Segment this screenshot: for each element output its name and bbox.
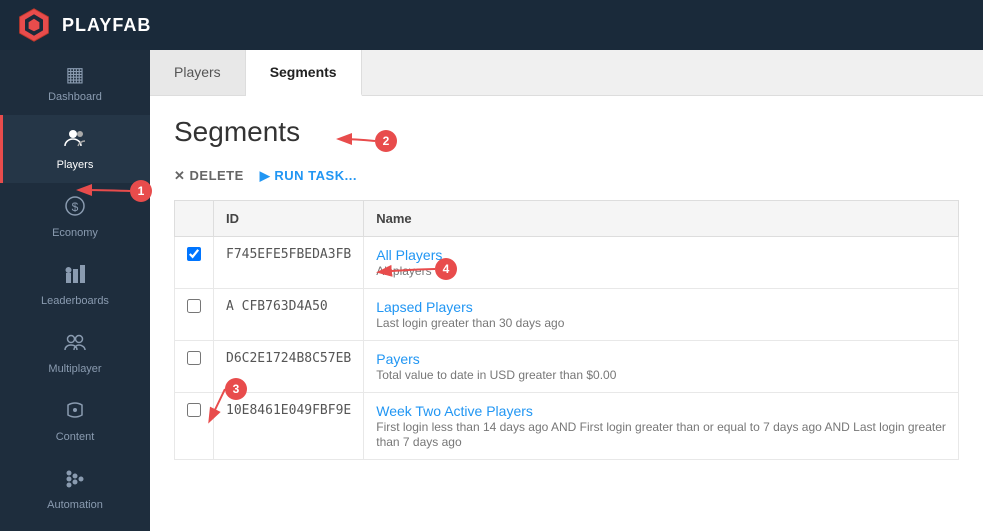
row-description-1: Last login greater than 30 days ago — [376, 316, 564, 330]
checkbox-2[interactable] — [187, 351, 201, 365]
checkbox-1[interactable] — [187, 299, 201, 313]
row-name-link-3[interactable]: Week Two Active Players — [376, 403, 946, 419]
sidebar-item-leaderboards[interactable]: Leaderboards — [0, 251, 150, 319]
playfab-logo-icon — [16, 7, 52, 43]
sidebar: ▦ Dashboard Players $ Economy — [0, 50, 150, 531]
row-checkbox-1 — [175, 289, 214, 341]
col-header-id: ID — [214, 201, 364, 237]
sidebar-item-players[interactable]: Players — [0, 115, 150, 183]
sidebar-label-dashboard: Dashboard — [48, 91, 102, 103]
row-id-1: A CFB763D4A50 — [214, 289, 364, 341]
table-row: 10E8461E049FBF9EWeek Two Active PlayersF… — [175, 393, 959, 460]
table-row: D6C2E1724B8C57EBPayersTotal value to dat… — [175, 341, 959, 393]
sidebar-label-players: Players — [57, 159, 94, 171]
table-row: F745EFE5FBEDA3FBAll PlayersAll players — [175, 237, 959, 289]
sidebar-item-content[interactable]: Content — [0, 387, 150, 455]
checkbox-0[interactable] — [187, 247, 201, 261]
tab-segments[interactable]: Segments — [246, 50, 362, 96]
page-content: Segments ✕ DELETE ▶ RUN TASK... ID Name … — [150, 96, 983, 531]
tab-players[interactable]: Players — [150, 50, 246, 95]
sidebar-item-dashboard[interactable]: ▦ Dashboard — [0, 50, 150, 115]
row-id-3: 10E8461E049FBF9E — [214, 393, 364, 460]
row-description-2: Total value to date in USD greater than … — [376, 368, 616, 382]
row-description-3: First login less than 14 days ago AND Fi… — [376, 420, 946, 449]
row-name-link-1[interactable]: Lapsed Players — [376, 299, 946, 315]
row-description-0: All players — [376, 264, 431, 278]
leaderboards-icon — [64, 263, 86, 291]
row-checkbox-2 — [175, 341, 214, 393]
sidebar-item-analytics[interactable]: Analytics — [0, 523, 150, 531]
app-name: PLAYFAB — [62, 15, 151, 36]
players-icon — [64, 127, 86, 155]
sidebar-item-automation[interactable]: Automation — [0, 455, 150, 523]
top-navbar: PLAYFAB — [0, 0, 983, 50]
table-row: A CFB763D4A50Lapsed PlayersLast login gr… — [175, 289, 959, 341]
dashboard-icon: ▦ — [66, 62, 85, 87]
row-id-2: D6C2E1724B8C57EB — [214, 341, 364, 393]
sidebar-label-content: Content — [56, 431, 95, 443]
page-title: Segments — [174, 116, 959, 148]
automation-icon — [64, 467, 86, 495]
row-name-0: All PlayersAll players — [364, 237, 959, 289]
col-header-checkbox — [175, 201, 214, 237]
toolbar: ✕ DELETE ▶ RUN TASK... — [174, 168, 959, 184]
delete-button[interactable]: ✕ DELETE — [174, 168, 244, 184]
col-header-name: Name — [364, 201, 959, 237]
row-checkbox-0 — [175, 237, 214, 289]
segments-table: ID Name F745EFE5FBEDA3FBAll PlayersAll p… — [174, 200, 959, 460]
svg-text:$: $ — [72, 200, 79, 214]
sidebar-item-economy[interactable]: $ Economy — [0, 183, 150, 251]
multiplayer-icon — [64, 331, 86, 359]
economy-icon: $ — [64, 195, 86, 223]
table-header-row: ID Name — [175, 201, 959, 237]
main-layout: ▦ Dashboard Players $ Economy — [0, 50, 983, 531]
row-name-3: Week Two Active PlayersFirst login less … — [364, 393, 959, 460]
row-name-link-2[interactable]: Payers — [376, 351, 946, 367]
content-icon — [64, 399, 86, 427]
row-name-2: PayersTotal value to date in USD greater… — [364, 341, 959, 393]
run-task-button[interactable]: ▶ RUN TASK... — [260, 168, 357, 184]
sidebar-label-economy: Economy — [52, 227, 98, 239]
content-area: Players Segments Segments ✕ DELETE ▶ RUN… — [150, 50, 983, 531]
row-id-0: F745EFE5FBEDA3FB — [214, 237, 364, 289]
sidebar-item-multiplayer[interactable]: Multiplayer — [0, 319, 150, 387]
sidebar-label-multiplayer: Multiplayer — [48, 363, 101, 375]
sidebar-label-leaderboards: Leaderboards — [41, 295, 109, 307]
sidebar-label-automation: Automation — [47, 499, 103, 511]
checkbox-3[interactable] — [187, 403, 201, 417]
row-checkbox-3 — [175, 393, 214, 460]
logo-area: PLAYFAB — [16, 7, 151, 43]
tabs-bar: Players Segments — [150, 50, 983, 96]
row-name-link-0[interactable]: All Players — [376, 247, 946, 263]
row-name-1: Lapsed PlayersLast login greater than 30… — [364, 289, 959, 341]
